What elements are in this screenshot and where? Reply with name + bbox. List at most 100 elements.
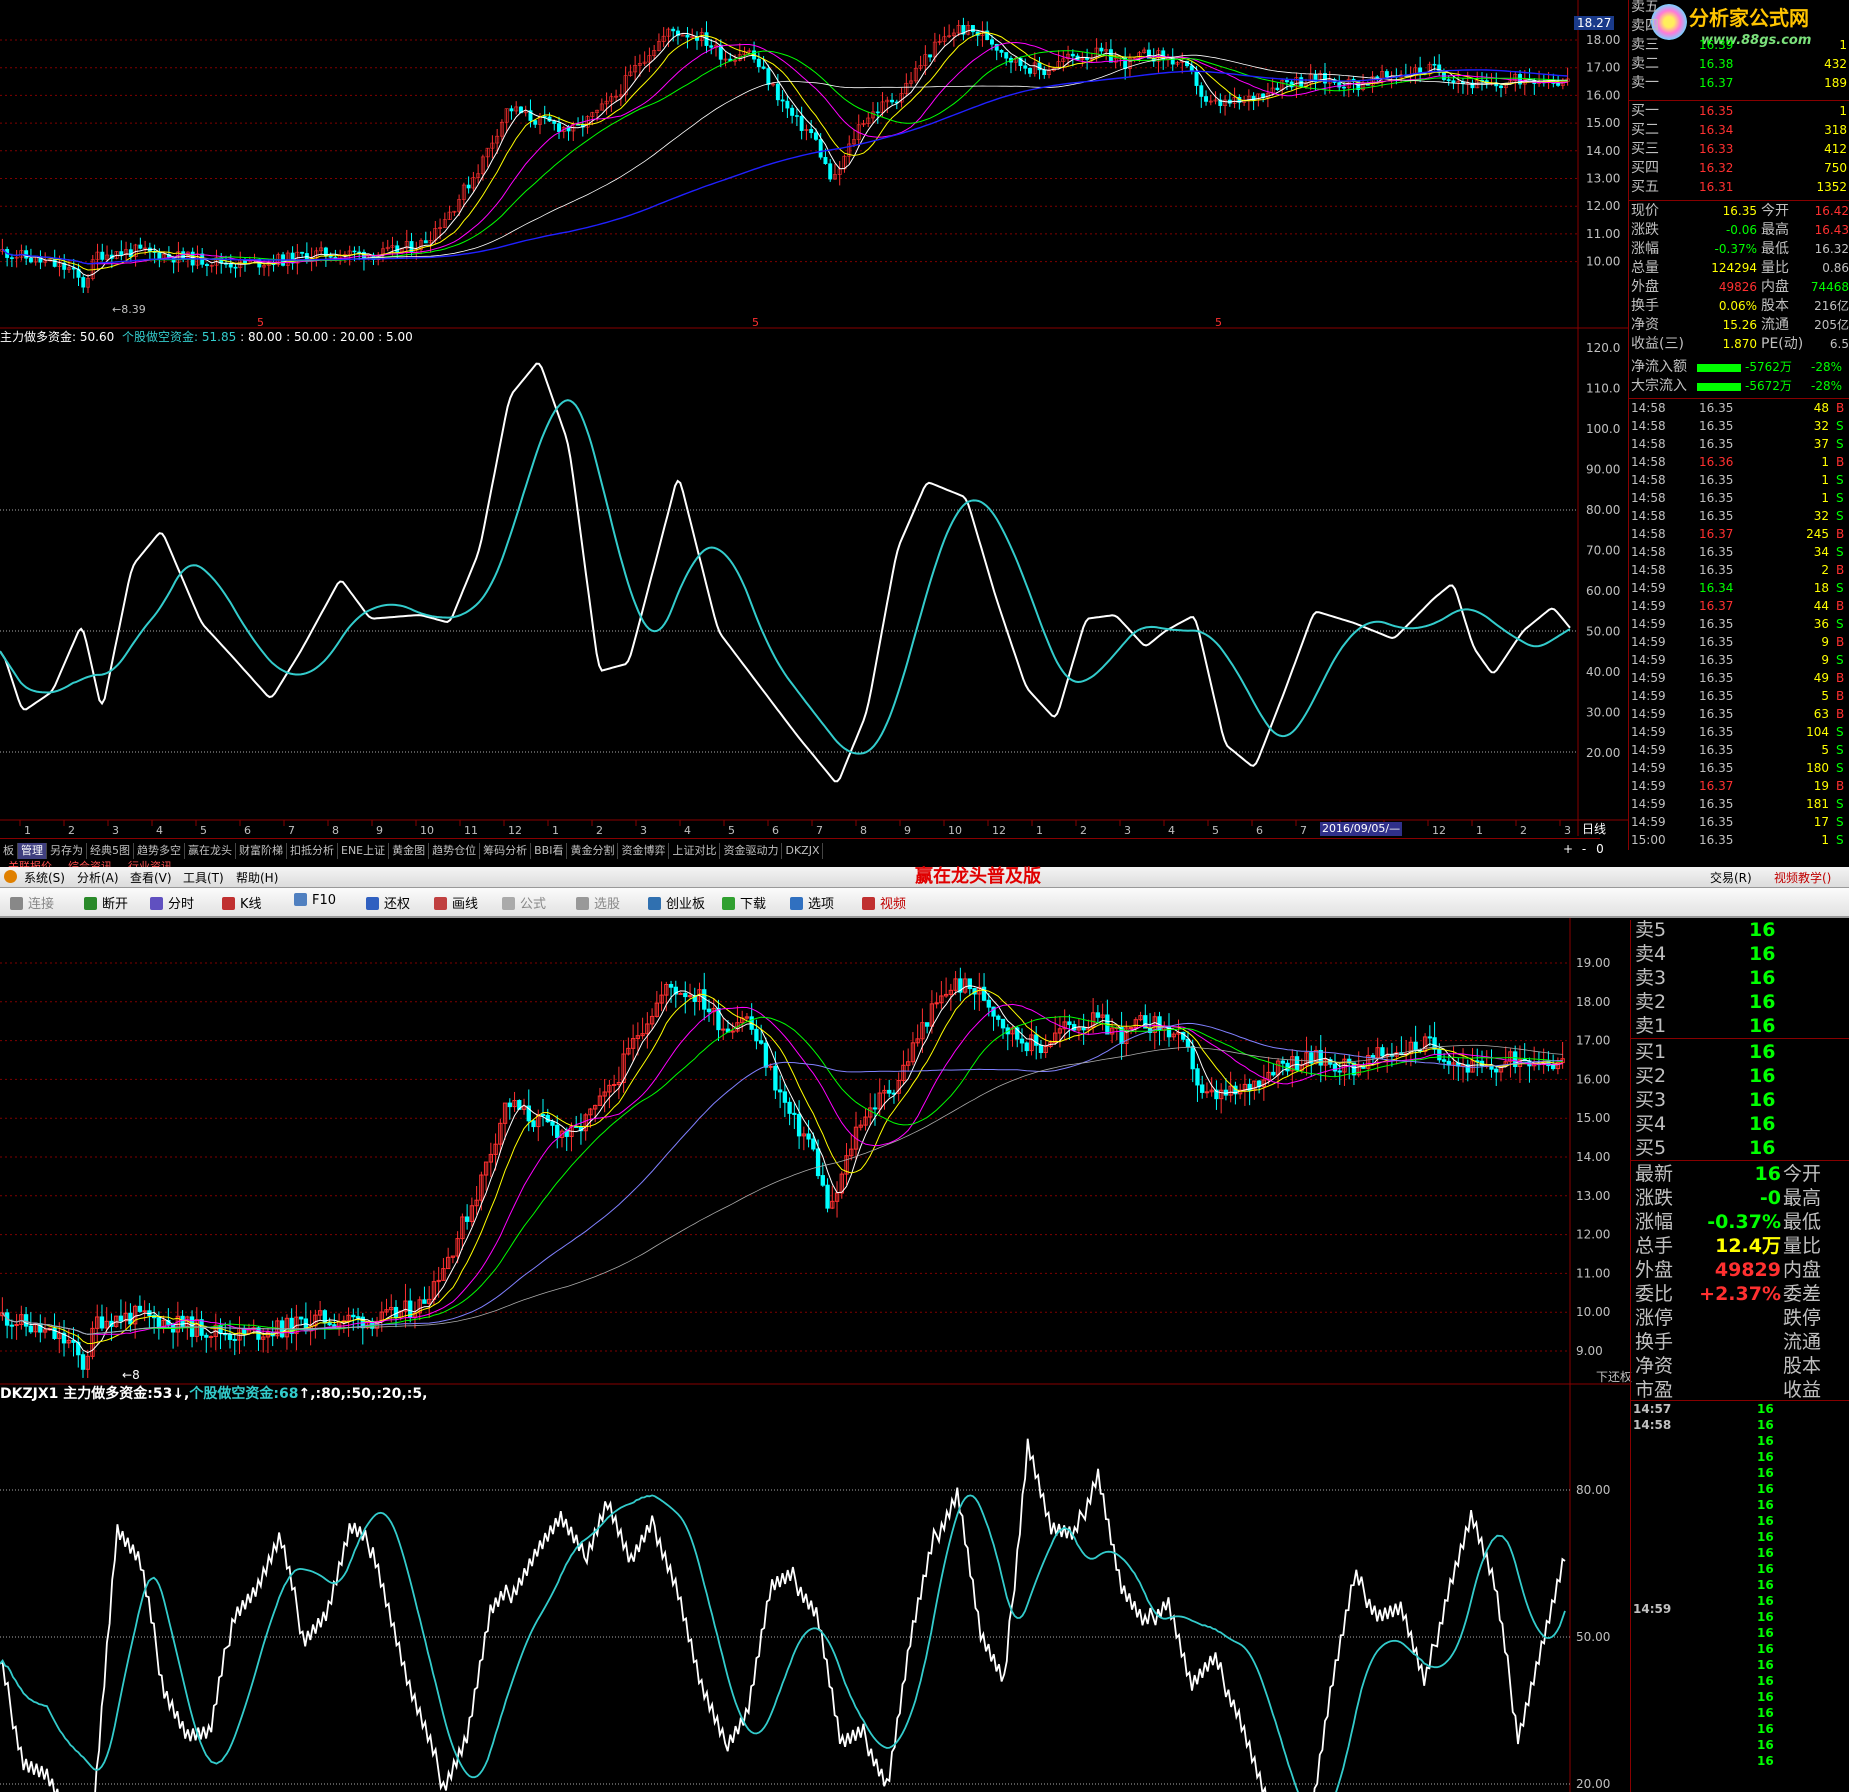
tick-time: 14:59 xyxy=(1631,617,1666,631)
stat-value-2: 16.42 xyxy=(1814,204,1849,218)
candle xyxy=(19,1314,24,1326)
toolbar-button[interactable]: 创业板 xyxy=(648,893,705,912)
candle xyxy=(327,1322,332,1326)
menu-item[interactable]: 系统(S) xyxy=(24,869,65,886)
sell-price: 16 xyxy=(1749,1015,1776,1037)
candle xyxy=(545,1114,550,1123)
tick-side: B xyxy=(1836,527,1845,541)
toolbar-button[interactable]: 断开 xyxy=(84,893,128,912)
candle xyxy=(1370,1055,1376,1059)
sub-tab[interactable]: 关联报价 xyxy=(8,860,52,868)
price-axis-label: 11.00 xyxy=(1586,227,1620,241)
tick-price: 16.35 xyxy=(1699,491,1734,505)
candle xyxy=(782,1091,788,1103)
candle xyxy=(934,1002,939,1005)
tick-time: 14:59 xyxy=(1631,635,1666,649)
tick-price: 16 xyxy=(1757,1610,1774,1624)
candle xyxy=(569,1125,574,1137)
candle xyxy=(57,1332,62,1339)
tick-price: 16.34 xyxy=(1699,581,1734,595)
date-tick-label: 3 xyxy=(640,824,647,836)
date-tick-label: 10 xyxy=(420,824,434,836)
candle xyxy=(1042,69,1047,75)
tick-volume: 37 xyxy=(1813,437,1829,451)
tick-side: B xyxy=(1836,401,1845,415)
candle xyxy=(744,1016,750,1019)
candle xyxy=(1067,1021,1072,1026)
candle xyxy=(1194,70,1199,86)
toolbar-button[interactable]: F10 xyxy=(294,893,336,908)
tick-time: 14:58 xyxy=(1631,563,1666,577)
zoom-button[interactable]: - xyxy=(1576,841,1592,857)
sub-tab[interactable]: 行业资讯 xyxy=(128,860,172,868)
stat-value: 49829 xyxy=(1714,1259,1781,1281)
tick-volume: 1 xyxy=(1821,491,1829,505)
stat-label: 涨跌 xyxy=(1635,1187,1674,1209)
stat-label-2: 跌停 xyxy=(1783,1307,1822,1329)
tick-price: 16.36 xyxy=(1699,455,1734,469)
indicator-params-2: ,:80,:50,:20,:5, xyxy=(310,1386,428,1402)
zoom-button[interactable]: + xyxy=(1560,841,1576,857)
toolbar-button[interactable]: 画线 xyxy=(434,893,478,912)
candle xyxy=(227,1334,233,1340)
candle xyxy=(768,1065,773,1068)
menu-right-item[interactable]: 交易(R) xyxy=(1710,869,1752,886)
candle xyxy=(593,1104,598,1110)
toolbar-button[interactable]: 分时 xyxy=(150,893,194,912)
quote-separator xyxy=(1629,100,1849,101)
menu-item[interactable]: 分析(A) xyxy=(77,869,119,886)
toolbar-button[interactable]: 公式 xyxy=(502,893,546,912)
short-fund-line xyxy=(0,399,1571,755)
long-fund-line xyxy=(0,362,1571,783)
osc-axis-label: 110.0 xyxy=(1586,382,1620,396)
toolbar-button[interactable]: 选项 xyxy=(790,893,834,912)
toolbar-button[interactable]: 还权 xyxy=(366,893,410,912)
candle xyxy=(683,992,688,998)
tick-price: 16.35 xyxy=(1699,617,1734,631)
toolbar-button[interactable]: 下载 xyxy=(722,893,766,912)
sub-tab[interactable]: 综合资讯 xyxy=(68,860,112,868)
toolbar-button-label: 连接 xyxy=(28,897,55,912)
candle xyxy=(1323,1059,1328,1066)
toolbar-button[interactable]: 视频 xyxy=(862,893,906,912)
menu-item[interactable]: 工具(T) xyxy=(183,869,224,886)
candle xyxy=(1555,1062,1561,1070)
tick-side: S xyxy=(1836,797,1844,811)
price-axis-label: 15.00 xyxy=(1586,116,1620,130)
menu-right-item[interactable]: 视频教学() xyxy=(1774,869,1831,886)
toolbar-icon xyxy=(790,897,803,910)
candle xyxy=(142,1310,147,1313)
stat-value: 124294 xyxy=(1711,261,1757,275)
candle xyxy=(1356,1065,1361,1076)
toolbar-button[interactable]: K线 xyxy=(222,893,262,912)
toolbar-button[interactable]: 连接 xyxy=(10,893,54,912)
candle xyxy=(1465,1064,1470,1073)
tick-side: S xyxy=(1836,581,1844,595)
candle xyxy=(981,986,987,1001)
candle xyxy=(1275,1060,1281,1076)
top-low-marker: ←8.39 xyxy=(112,303,146,316)
candle xyxy=(208,1336,214,1339)
date-tick-label: 4 xyxy=(1168,824,1175,836)
candle xyxy=(818,139,823,158)
toolbar-button[interactable]: 选股 xyxy=(576,893,620,912)
stat-value-2: 6.5 xyxy=(1829,337,1849,351)
candle xyxy=(706,1008,712,1013)
candle xyxy=(780,99,785,102)
menu-item[interactable]: 查看(V) xyxy=(130,869,172,886)
stat-label: 外盘 xyxy=(1631,279,1659,295)
candle xyxy=(218,1324,223,1335)
candle xyxy=(1109,1027,1115,1035)
candle xyxy=(1048,1042,1053,1047)
candle xyxy=(671,28,676,32)
candle xyxy=(100,251,105,260)
menu-item[interactable]: 帮助(H) xyxy=(236,869,278,886)
candle xyxy=(1451,1062,1456,1066)
tick-volume: 32 xyxy=(1813,509,1829,523)
candle xyxy=(1199,85,1204,97)
stat-value: 12.4万 xyxy=(1715,1235,1781,1257)
candle xyxy=(574,1125,579,1128)
zoom-button[interactable]: 0 xyxy=(1592,841,1608,857)
top-charts-canvas[interactable]: 18.00 17.00 16.00 15.00 14.00 13.00 12.00 11.00… xyxy=(0,0,1849,836)
tick-volume: 1 xyxy=(1821,473,1829,487)
